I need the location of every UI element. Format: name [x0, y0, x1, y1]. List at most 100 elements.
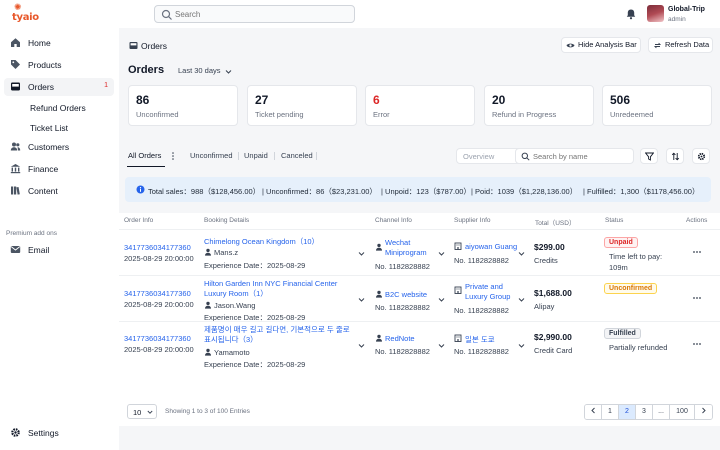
supplier-no: No. 1182828882 — [454, 347, 509, 356]
order-time: 2025-08-29 20:00:00 — [124, 345, 194, 354]
building-icon — [454, 286, 462, 294]
customer-name-text: Jason.Wang — [214, 301, 256, 310]
stat-label: Unredeemed — [610, 110, 654, 119]
page-size-select[interactable]: 10 — [127, 404, 157, 419]
date-range-select[interactable]: Last 30 days — [178, 66, 232, 75]
experience-date: Experience Date：2025-08-29 — [204, 261, 306, 270]
page-ellipsis: ... — [653, 405, 670, 419]
prev-page-button[interactable] — [585, 405, 602, 419]
stat-card-refund-in-progress[interactable]: 20 Refund in Progress — [484, 85, 594, 126]
avatar[interactable] — [647, 5, 664, 22]
channel-link[interactable]: B2C website — [385, 290, 427, 299]
chevron-down-icon[interactable] — [358, 296, 365, 303]
sidebar-item-orders[interactable]: Orders 1 — [4, 78, 114, 96]
sort-button[interactable] — [666, 148, 684, 164]
sidebar-item-label: Finance — [28, 164, 59, 174]
booking-title-link[interactable]: 제품명이 매우 길고 길다면, 기본적으로 두 줄로 표시됩니다（3） — [204, 325, 354, 345]
user-channel-icon — [376, 334, 382, 342]
channel-link[interactable]: Wechat — [385, 238, 410, 247]
search-input[interactable] — [175, 8, 345, 21]
summary-total: Total sales：988（$128,456.00） — [148, 187, 261, 196]
name-search[interactable] — [515, 148, 634, 164]
filter-button[interactable] — [640, 148, 658, 164]
channel-link-line2[interactable]: Miniprogram — [385, 248, 427, 257]
brand-logo[interactable]: ✺ tyaio — [10, 3, 39, 25]
inbox-icon — [11, 82, 20, 91]
stat-card-error[interactable]: 6 Error — [365, 85, 475, 126]
sidebar-item-products[interactable]: Products — [4, 56, 114, 74]
order-amount: $299.00 — [534, 242, 565, 252]
more-vertical-icon[interactable] — [171, 151, 175, 161]
chevron-down-icon[interactable] — [358, 250, 365, 257]
more-horizontal-icon[interactable] — [692, 342, 702, 346]
chevron-down-icon[interactable] — [438, 342, 445, 349]
tab-canceled[interactable]: Canceled — [281, 151, 313, 160]
sidebar-item-email[interactable]: Email — [4, 241, 114, 259]
sidebar-item-refund-orders[interactable]: Refund Orders — [30, 103, 86, 113]
chevron-down-icon[interactable] — [518, 296, 525, 303]
sidebar-item-content[interactable]: Content — [4, 182, 114, 200]
table-row[interactable]: 3417736034177360 2025-08-29 20:00:00 제품명… — [119, 321, 720, 369]
tab-all-orders[interactable]: All Orders — [128, 151, 161, 160]
stat-value: 506 — [610, 93, 631, 107]
global-search[interactable] — [154, 5, 355, 23]
building-icon — [454, 334, 462, 342]
tab-divider — [238, 152, 239, 160]
customer-name: Mans.z — [204, 248, 238, 257]
tab-unconfirmed[interactable]: Unconfirmed — [190, 151, 233, 160]
chevron-down-icon[interactable] — [358, 342, 365, 349]
status-badge: Fulfilled — [604, 328, 641, 339]
user-name: Global-Trip — [668, 6, 705, 13]
stat-card-ticket-pending[interactable]: 27 Ticket pending — [247, 85, 357, 126]
booking-title-link[interactable]: Hilton Garden Inn NYC Financial Center L… — [204, 279, 356, 299]
supplier-link[interactable]: aiyowan Guang — [465, 242, 517, 251]
sales-summary-bar: Total sales：988（$128,456.00） | Unconfirm… — [125, 177, 711, 202]
order-id-link[interactable]: 3417736034177360 — [124, 334, 191, 343]
chevron-down-icon — [147, 410, 153, 414]
column-header: Booking Details — [204, 217, 250, 224]
order-id-link[interactable]: 3417736034177360 — [124, 289, 191, 298]
stat-card-unconfirmed[interactable]: 86 Unconfirmed — [128, 85, 238, 126]
page-button-2[interactable]: 2 — [619, 405, 636, 419]
order-id-link[interactable]: 3417736034177360 — [124, 243, 191, 252]
customer-name-text: Mans.z — [214, 248, 239, 257]
pagination: 1 2 3 ... 100 — [584, 404, 713, 420]
sidebar-item-home[interactable]: Home — [4, 34, 114, 52]
stat-label: Ticket pending — [255, 110, 304, 119]
supplier-link[interactable]: 일본 도쿄 — [465, 334, 495, 345]
tab-divider — [274, 152, 275, 160]
more-horizontal-icon[interactable] — [692, 250, 702, 254]
more-horizontal-icon[interactable] — [692, 296, 702, 300]
hide-analysis-button[interactable]: Hide Analysis Bar — [561, 37, 641, 53]
chevron-down-icon[interactable] — [518, 342, 525, 349]
page-button-3[interactable]: 3 — [636, 405, 653, 419]
next-page-button[interactable] — [695, 405, 712, 419]
page-button-1[interactable]: 1 — [602, 405, 619, 419]
refresh-data-button[interactable]: Refresh Data — [648, 37, 713, 53]
supplier-no: No. 1182828882 — [454, 306, 509, 315]
sidebar-item-settings[interactable]: Settings — [4, 424, 114, 442]
bell-icon[interactable] — [625, 8, 637, 20]
main-panel: Orders Hide Analysis Bar Refresh Data Or… — [119, 28, 720, 450]
chevron-right-icon — [702, 407, 706, 414]
stat-card-unredeemed[interactable]: 506 Unredeemed — [602, 85, 712, 126]
booking-title-link[interactable]: Chimelong Ocean Kingdom（10） — [204, 236, 319, 247]
sidebar-item-ticket-list[interactable]: Ticket List — [30, 123, 68, 133]
channel-link[interactable]: RedNote — [385, 334, 415, 343]
chevron-down-icon[interactable] — [438, 250, 445, 257]
chevron-down-icon[interactable] — [518, 250, 525, 257]
name-search-input[interactable] — [533, 151, 628, 162]
tab-unpaid[interactable]: Unpaid — [244, 151, 268, 160]
table-row[interactable]: 3417736034177360 2025-08-29 20:00:00 Chi… — [119, 229, 720, 275]
table-row[interactable]: 3417736034177360 2025-08-29 20:00:00 Hil… — [119, 275, 720, 322]
chevron-down-icon[interactable] — [438, 296, 445, 303]
page-button-100[interactable]: 100 — [670, 405, 695, 419]
stat-label: Refund in Progress — [492, 110, 557, 119]
supplier-link[interactable]: Private and — [465, 282, 503, 291]
supplier-link-line2[interactable]: Luxury Group — [465, 292, 510, 301]
sidebar-item-customers[interactable]: Customers — [4, 138, 114, 156]
settings-button[interactable] — [692, 148, 710, 164]
sidebar-item-finance[interactable]: Finance — [4, 160, 114, 178]
building-icon — [454, 242, 462, 250]
customer-name: Yamamoto — [204, 348, 250, 357]
